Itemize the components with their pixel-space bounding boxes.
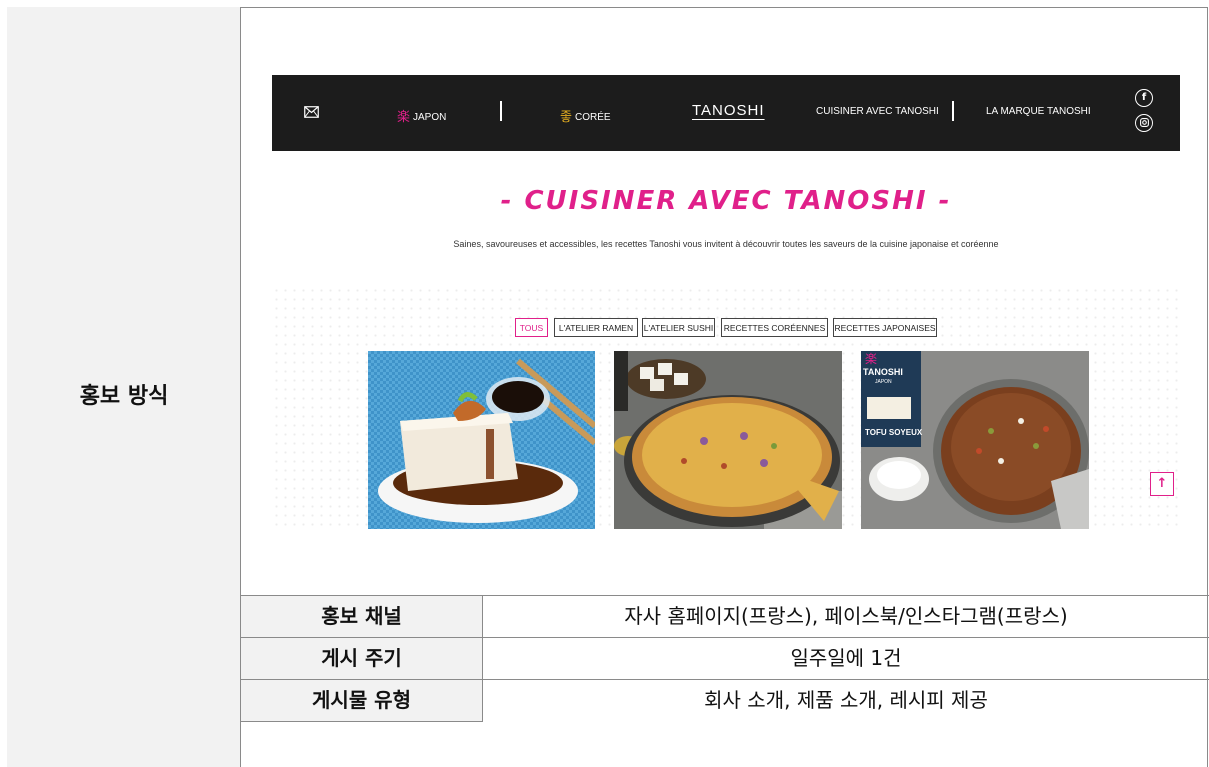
svg-text:楽: 楽	[865, 352, 877, 366]
box-sub: JAPON	[875, 379, 892, 385]
coree-kanji-icon: 좋	[560, 109, 572, 124]
nav-cuisiner[interactable]: CUISINER AVEC TANOSHI	[816, 106, 939, 117]
recipe-card-quiche[interactable]	[614, 351, 842, 529]
tofu-photo	[368, 351, 595, 529]
nav-coree[interactable]: 좋 CORÉE	[560, 106, 611, 125]
site-navbar: 楽 JAPON 좋 CORÉE TANOSHI CUISINER AVEC TANO…	[272, 75, 1180, 151]
table-row: 게시 주기 일주일에 1건	[241, 637, 1209, 679]
nav-separator	[500, 101, 502, 121]
chocolate-tart-photo: 楽 TANOSHI JAPON TOFU SOYEUX	[861, 351, 1089, 529]
filter-atelier-ramen[interactable]: L'ATELIER RAMEN	[554, 318, 638, 337]
row-head-frequency: 게시 주기	[241, 638, 483, 679]
row-value-post-type: 회사 소개, 제품 소개, 레시피 제공	[704, 688, 988, 712]
row-value-frequency: 일주일에 1건	[790, 646, 902, 670]
scroll-top-button[interactable]: ↑	[1150, 472, 1174, 496]
nav-marque[interactable]: LA MARQUE TANOSHI	[986, 106, 1091, 117]
nav-japon[interactable]: 楽 JAPON	[397, 106, 446, 125]
nav-separator	[952, 101, 954, 121]
row-head-post-type: 게시물 유형	[241, 680, 483, 722]
recipe-card-chocolate-tart[interactable]: 楽 TANOSHI JAPON TOFU SOYEUX	[861, 351, 1089, 529]
row-value-channel: 자사 홈페이지(프랑스), 페이스북/인스타그램(프랑스)	[624, 604, 1068, 628]
brand-logo[interactable]: TANOSHI	[692, 102, 765, 119]
row-header-promotion-method: 홍보 방식	[7, 7, 241, 767]
table-row: 게시물 유형 회사 소개, 제품 소개, 레시피 제공	[241, 679, 1209, 763]
filter-recettes-japonaises[interactable]: RECETTES JAPONAISES	[833, 318, 937, 337]
box-brand: TANOSHI	[863, 367, 903, 377]
box-product: TOFU SOYEUX	[865, 428, 923, 437]
hero-title: - CUISINER AVEC TANOSHI -	[500, 186, 952, 216]
hero-subtitle: Saines, savoureuses et accessibles, les …	[453, 239, 999, 249]
recipe-card-tofu[interactable]	[368, 351, 595, 529]
table-row: 홍보 채널 자사 홈페이지(프랑스), 페이스북/인스타그램(프랑스)	[241, 595, 1209, 637]
filter-atelier-sushi[interactable]: L'ATELIER SUSHI	[642, 318, 715, 337]
arrow-up-icon: ↑	[1156, 476, 1168, 491]
filter-recettes-coreennes[interactable]: RECETTES CORÉENNES	[721, 318, 828, 337]
instagram-icon[interactable]	[1135, 114, 1153, 132]
filter-tous[interactable]: TOUS	[515, 318, 548, 337]
mail-icon[interactable]	[304, 106, 319, 118]
japon-kanji-icon: 楽	[397, 109, 411, 124]
row-head-channel: 홍보 채널	[241, 596, 483, 637]
row-header-label: 홍보 방식	[79, 384, 169, 409]
facebook-icon[interactable]: f	[1135, 89, 1153, 107]
quiche-photo	[614, 351, 842, 529]
